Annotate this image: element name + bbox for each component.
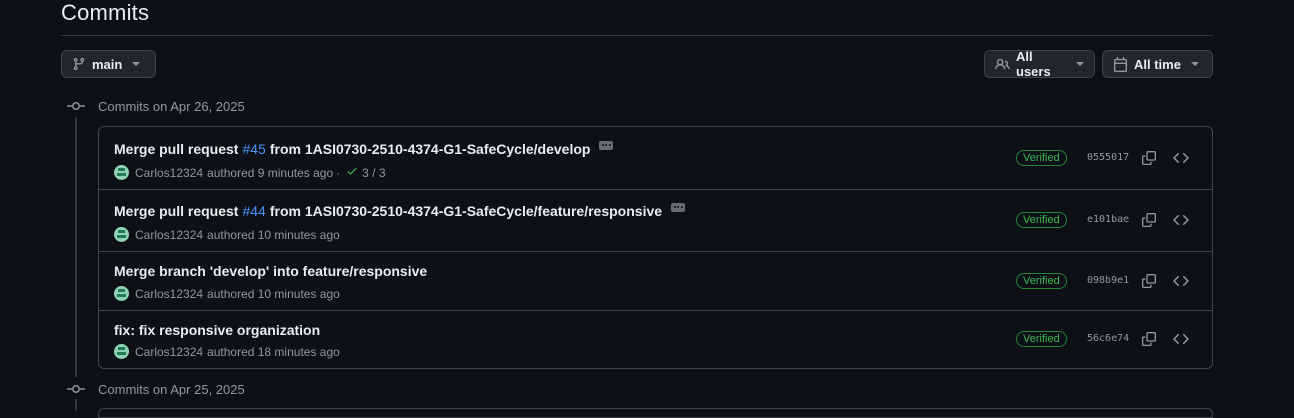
chevron-down-icon	[132, 62, 141, 66]
title-divider	[61, 35, 1213, 36]
day-group-header: Commits on Apr 26, 2025	[66, 96, 245, 116]
commit-sha-link[interactable]: 098b9e1	[1087, 275, 1129, 286]
chevron-down-icon	[1076, 62, 1084, 66]
avatar[interactable]	[114, 227, 129, 242]
code-icon[interactable]	[1173, 212, 1189, 228]
page-title: Commits	[61, 0, 150, 25]
commit-row: Merge pull request #45 from 1ASI0730-251…	[99, 127, 1212, 190]
copy-icon[interactable]	[1141, 273, 1157, 289]
copy-icon[interactable]	[1141, 212, 1157, 228]
code-icon[interactable]	[1173, 150, 1189, 166]
chevron-down-icon	[1190, 62, 1199, 66]
commit-meta: Carlos12324 authored 18 minutes ago	[114, 344, 340, 359]
commit-title[interactable]: Merge pull request #44 from 1ASI0730-251…	[114, 202, 686, 219]
author-link[interactable]: Carlos12324	[135, 228, 203, 242]
branch-selector-button[interactable]: main	[61, 50, 156, 78]
timeline-line	[75, 399, 77, 411]
day-group-header: Commits on Apr 25, 2025	[66, 379, 245, 399]
commit-time: authored 18 minutes ago	[207, 344, 340, 359]
commit-sha-link[interactable]: 56c6e74	[1087, 333, 1129, 344]
commit-row: fix: fix responsive organization Carlos1…	[99, 311, 1212, 368]
time-filter-label: All time	[1134, 56, 1181, 72]
commit-meta: Carlos12324 authored 10 minutes ago	[114, 286, 340, 301]
git-commit-icon	[66, 384, 85, 394]
expand-message-button[interactable]	[671, 202, 686, 212]
commit-row: Merge branch 'develop' into feature/resp…	[99, 252, 1212, 311]
commit-time: authored 10 minutes ago	[207, 227, 340, 242]
author-link[interactable]: Carlos12324	[135, 287, 203, 301]
verified-badge[interactable]: Verified	[1016, 150, 1067, 166]
commit-list: Merge pull request #45 from 1ASI0730-251…	[98, 126, 1213, 369]
git-branch-icon	[72, 57, 86, 71]
commit-title-text[interactable]: Merge pull request	[114, 141, 238, 157]
code-icon[interactable]	[1173, 273, 1189, 289]
meta-separator: ·	[336, 165, 341, 180]
commit-sha-link[interactable]: 0555017	[1087, 152, 1129, 163]
day-group-label: Commits on Apr 26, 2025	[98, 98, 245, 114]
timeline-line	[75, 117, 77, 377]
verified-badge[interactable]: Verified	[1016, 331, 1067, 347]
users-filter-button[interactable]: All users	[984, 49, 1095, 79]
commit-title-text[interactable]: from 1ASI0730-2510-4374-G1-SafeCycle/fea…	[270, 203, 662, 219]
git-commit-icon	[66, 101, 85, 111]
commit-sha-link[interactable]: e101bae	[1087, 214, 1129, 225]
expand-message-button[interactable]	[599, 140, 614, 150]
commit-title[interactable]: Merge branch 'develop' into feature/resp…	[114, 263, 427, 279]
commit-title-text[interactable]: from 1ASI0730-2510-4374-G1-SafeCycle/dev…	[270, 141, 591, 157]
checks-status[interactable]: 3 / 3	[346, 165, 386, 180]
avatar[interactable]	[114, 165, 129, 180]
checks-count: 3 / 3	[362, 165, 386, 180]
avatar[interactable]	[114, 286, 129, 301]
time-filter-button[interactable]: All time	[1102, 50, 1213, 78]
author-link[interactable]: Carlos12324	[135, 345, 203, 359]
commit-row: Merge pull request #44 from 1ASI0730-251…	[99, 190, 1212, 252]
commit-title[interactable]: Merge pull request #45 from 1ASI0730-251…	[114, 140, 614, 157]
copy-icon[interactable]	[1141, 150, 1157, 166]
commit-meta: Carlos12324 authored 10 minutes ago	[114, 227, 340, 242]
pull-request-link[interactable]: #45	[242, 141, 265, 157]
commit-time: authored 9 minutes ago	[207, 165, 334, 180]
pull-request-link[interactable]: #44	[242, 203, 265, 219]
users-filter-label: All users	[1016, 49, 1051, 79]
avatar[interactable]	[114, 344, 129, 359]
commit-time: authored 10 minutes ago	[207, 286, 340, 301]
check-icon	[346, 165, 358, 180]
people-icon	[995, 57, 1010, 72]
code-icon[interactable]	[1173, 331, 1189, 347]
copy-icon[interactable]	[1141, 331, 1157, 347]
calendar-icon	[1113, 56, 1128, 72]
commit-meta: Carlos12324 authored 9 minutes ago · 3 /…	[114, 165, 386, 180]
commit-list-next	[98, 408, 1213, 418]
verified-badge[interactable]: Verified	[1016, 273, 1067, 289]
day-group-label: Commits on Apr 25, 2025	[98, 381, 245, 397]
branch-selector-label: main	[92, 56, 123, 72]
commit-title-text[interactable]: Merge pull request	[114, 203, 238, 219]
author-link[interactable]: Carlos12324	[135, 166, 203, 180]
verified-badge[interactable]: Verified	[1016, 212, 1067, 228]
commit-title[interactable]: fix: fix responsive organization	[114, 322, 320, 338]
